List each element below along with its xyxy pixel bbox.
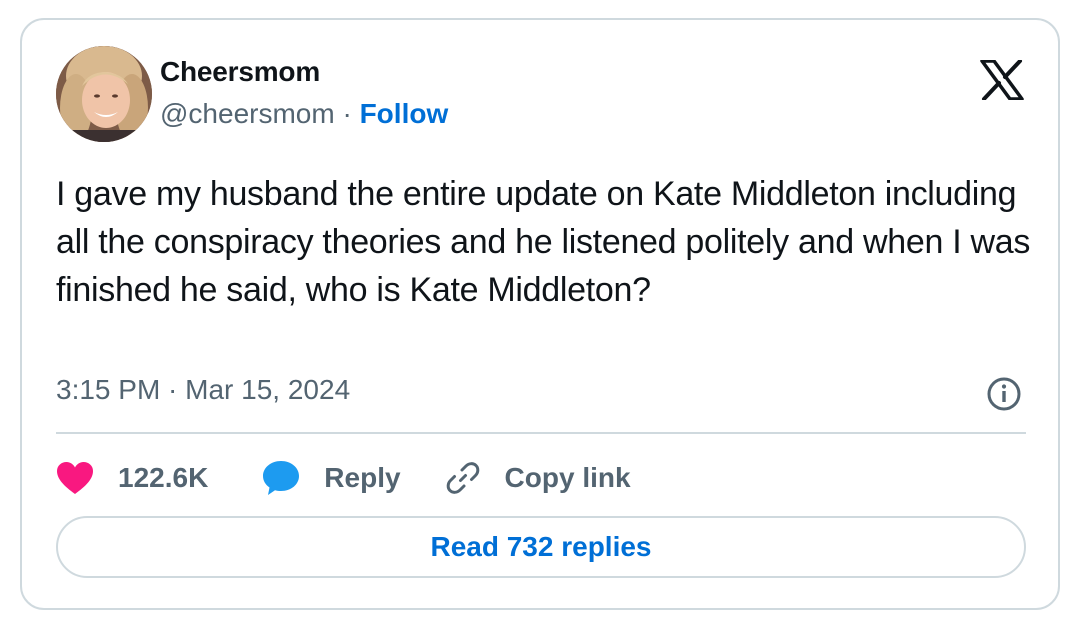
- reply-button[interactable]: Reply: [262, 460, 401, 496]
- avatar-image: [56, 46, 152, 142]
- read-replies-label: Read 732 replies: [430, 531, 652, 562]
- author-handle-row: @cheersmom · Follow: [160, 98, 448, 130]
- heart-icon: [57, 462, 93, 494]
- tweet-timestamp[interactable]: 3:15 PM · Mar 15, 2024: [56, 374, 350, 406]
- speech-bubble-icon: [263, 461, 300, 495]
- tweet-text: I gave my husband the entire update on K…: [56, 175, 1031, 309]
- read-replies-button[interactable]: Read 732 replies: [56, 516, 1026, 578]
- action-bar: 122.6K Reply Copy link: [56, 456, 631, 500]
- info-icon[interactable]: [986, 376, 1022, 412]
- divider: [56, 432, 1026, 434]
- copy-link-button[interactable]: Copy link: [445, 460, 631, 496]
- author-display-name[interactable]: Cheersmom: [160, 56, 320, 88]
- tweet-card: Cheersmom @cheersmom · Follow I gave my …: [20, 18, 1060, 610]
- like-count: 122.6K: [118, 462, 209, 493]
- reply-label: Reply: [324, 462, 401, 493]
- follow-button[interactable]: Follow: [360, 98, 449, 129]
- author-handle[interactable]: @cheersmom: [160, 98, 335, 129]
- link-icon: [446, 462, 479, 494]
- avatar[interactable]: [56, 46, 152, 142]
- like-button[interactable]: 122.6K: [56, 461, 208, 495]
- copy-link-label: Copy link: [504, 462, 631, 493]
- x-logo-icon[interactable]: [980, 59, 1024, 101]
- separator-dot: ·: [342, 98, 360, 129]
